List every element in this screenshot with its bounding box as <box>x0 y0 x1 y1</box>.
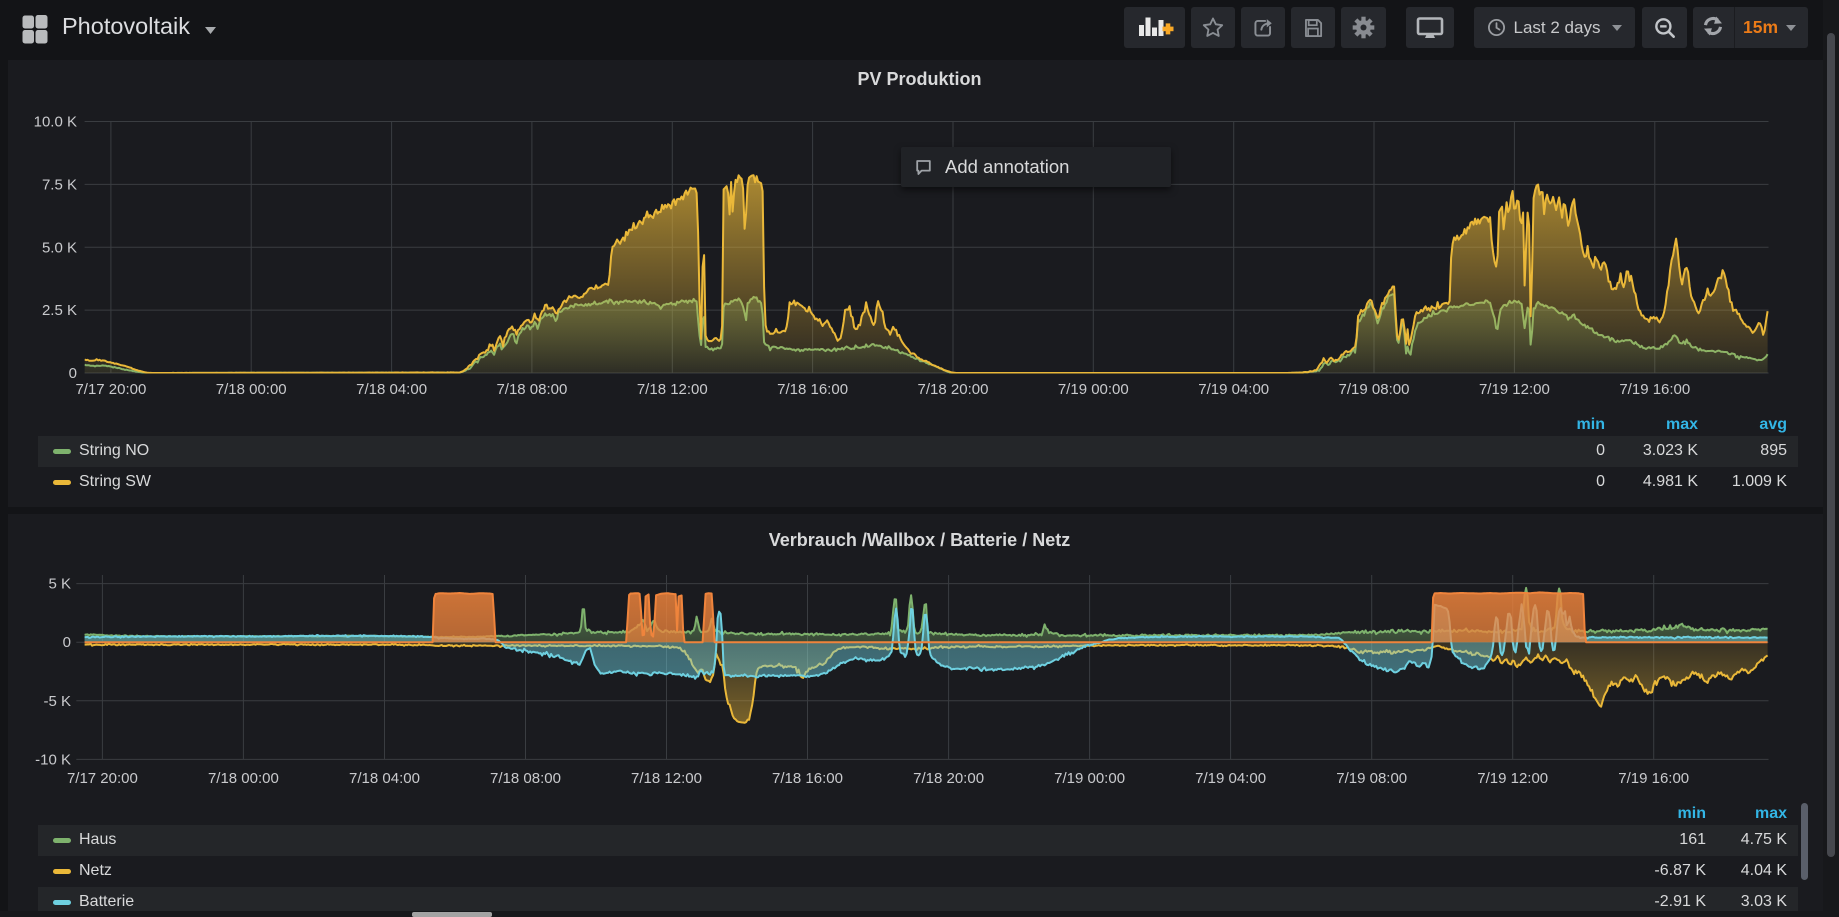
svg-text:7/18 00:00: 7/18 00:00 <box>216 381 287 398</box>
svg-text:7/18 08:00: 7/18 08:00 <box>490 770 561 787</box>
svg-text:7/18 00:00: 7/18 00:00 <box>208 770 279 787</box>
svg-text:5.0 K: 5.0 K <box>42 239 77 256</box>
svg-text:7/19 12:00: 7/19 12:00 <box>1479 381 1550 398</box>
svg-text:7/18 16:00: 7/18 16:00 <box>777 381 848 398</box>
svg-text:7/18 04:00: 7/18 04:00 <box>356 381 427 398</box>
svg-text:0: 0 <box>63 634 71 651</box>
svg-text:5 K: 5 K <box>48 576 71 593</box>
svg-text:7/18 20:00: 7/18 20:00 <box>918 381 989 398</box>
svg-text:7/19 16:00: 7/19 16:00 <box>1619 381 1690 398</box>
svg-text:0: 0 <box>69 365 77 382</box>
svg-text:7/19 08:00: 7/19 08:00 <box>1339 381 1410 398</box>
svg-text:7/18 16:00: 7/18 16:00 <box>772 770 843 787</box>
svg-text:7/19 04:00: 7/19 04:00 <box>1198 381 1269 398</box>
svg-text:7/19 00:00: 7/19 00:00 <box>1058 381 1129 398</box>
svg-text:7/17 20:00: 7/17 20:00 <box>75 381 146 398</box>
svg-text:7.5 K: 7.5 K <box>42 176 77 193</box>
svg-text:-5 K: -5 K <box>43 693 71 710</box>
svg-text:7/19 00:00: 7/19 00:00 <box>1054 770 1125 787</box>
svg-text:7/17 20:00: 7/17 20:00 <box>67 770 138 787</box>
svg-text:7/18 20:00: 7/18 20:00 <box>913 770 984 787</box>
svg-text:-10 K: -10 K <box>35 751 71 768</box>
svg-text:7/19 12:00: 7/19 12:00 <box>1477 770 1548 787</box>
svg-text:7/19 16:00: 7/19 16:00 <box>1618 770 1689 787</box>
svg-text:7/19 08:00: 7/19 08:00 <box>1336 770 1407 787</box>
svg-text:7/18 12:00: 7/18 12:00 <box>631 770 702 787</box>
svg-text:7/19 04:00: 7/19 04:00 <box>1195 770 1266 787</box>
svg-text:7/18 04:00: 7/18 04:00 <box>349 770 420 787</box>
svg-text:7/18 08:00: 7/18 08:00 <box>496 381 567 398</box>
svg-text:7/18 12:00: 7/18 12:00 <box>637 381 708 398</box>
svg-text:2.5 K: 2.5 K <box>42 302 77 319</box>
svg-text:10.0 K: 10.0 K <box>34 114 77 131</box>
